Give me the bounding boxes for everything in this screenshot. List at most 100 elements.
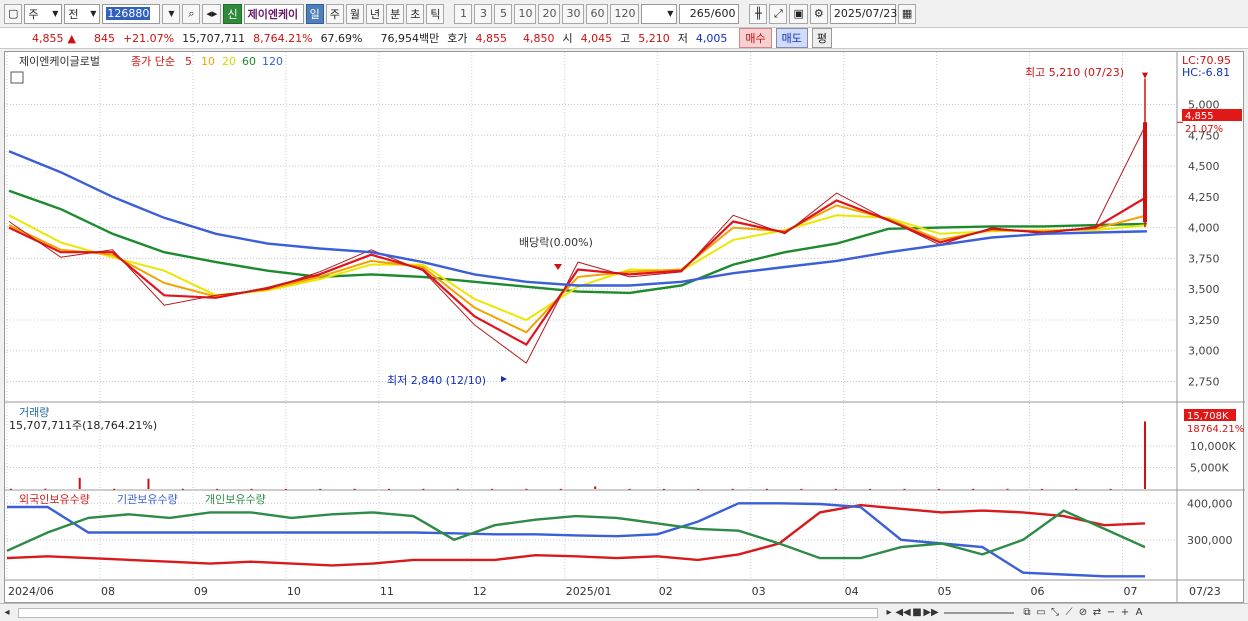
zoom-slider[interactable] [944,611,1014,614]
copy-icon[interactable]: ⧉ [1020,606,1034,620]
new-button[interactable]: 신 [223,3,242,24]
volume-bar [525,488,528,490]
zoom-in-icon[interactable]: + [1118,606,1132,620]
fast-forward-icon[interactable]: ▶▶ [923,606,938,620]
volume-bar [1109,488,1112,490]
period-tick[interactable]: 틱 [426,3,445,24]
x-tick-label: 12 [473,585,487,598]
hide-icon[interactable]: ⊘ [1076,606,1090,620]
interval-10[interactable]: 10 [514,3,537,24]
grid-toggle-icon[interactable] [10,71,24,84]
interval-5[interactable]: 5 [494,3,513,24]
settings-gear-icon[interactable]: ⚙ [809,3,828,24]
period-month[interactable]: 월 [345,3,364,24]
scroll-right-icon[interactable]: ▸ [882,606,896,620]
x-tick-label: 11 [380,585,394,598]
volume-bar [456,488,459,490]
volume-bar [903,488,906,490]
x-tick-label: 07 [1124,585,1138,598]
volume-bar [937,488,940,490]
price-change: 845 [93,31,115,45]
interval-120[interactable]: 120 [610,3,640,24]
volume-bar [216,488,219,490]
interval-20[interactable]: 20 [538,3,561,24]
volume-bar [697,488,700,490]
period-minute[interactable]: 분 [386,3,405,24]
volume-bar [44,488,47,490]
trend-icon[interactable]: ⟋ [1062,606,1076,620]
period-week[interactable]: 주 [325,3,344,24]
share-icon[interactable]: ⇄ [1090,606,1104,620]
turnover-rate: 67.69% [320,31,363,45]
legend-ma5: 5 [185,55,192,68]
sell-button[interactable]: 매도 [775,28,808,48]
volume-bar [1144,421,1146,489]
stop-icon[interactable]: ■ [910,606,924,620]
code-dropdown-icon[interactable]: ▼ [162,3,181,24]
prev-select[interactable]: 전 ▼ [64,3,101,24]
x-tick-label: 06 [1031,585,1045,598]
legend-foreign: 외국인보유수량 [19,493,90,506]
x-tick-label: 08 [101,585,115,598]
volume-bar [250,488,253,490]
count-input[interactable]: 265/600 [679,3,740,24]
zoom-out-icon[interactable]: − [1104,606,1118,620]
window-icon[interactable]: ▢ [4,3,23,24]
volume-bar [353,488,356,490]
search-icon[interactable]: ⌕ [182,3,201,24]
interval-3[interactable]: 3 [474,3,493,24]
window-icon[interactable]: ▭ [1034,606,1048,620]
balance-button[interactable]: 평 [811,28,832,48]
volume-bar [628,488,631,490]
interval-60[interactable]: 60 [586,3,609,24]
holding-y-tick-label: 400,000 [1187,497,1233,510]
volume-bar [1040,488,1043,490]
font-size-icon[interactable]: A [1132,606,1146,620]
y-tick-label: 3,750 [1188,252,1220,265]
buy-button[interactable]: 매수 [739,28,772,48]
interval-1[interactable]: 1 [454,3,473,24]
chart-area[interactable]: 5,000 4,750 4,500 4,250 4,000 3,750 3,500 3,250… [4,51,1245,604]
scroll-bar[interactable]: ◂ ▸ ◀◀ ■ ▶▶ ⧉ ▭ ⤡ ⟋ ⊘ ⇄ − + A [0,603,1248,621]
draw-icon[interactable]: ⤡ [1048,606,1062,620]
compare-icon[interactable]: ⤢ [769,3,788,24]
speaker-icon[interactable]: ◂▸ [202,3,222,24]
volume-percent: 8,764.21% [253,31,313,45]
volume-bar [388,488,390,490]
code-input[interactable]: 126880 [102,3,161,24]
legend-ma60: 60 [242,55,256,68]
y-tick-label: 4,000 [1188,222,1220,235]
rewind-icon[interactable]: ◀◀ [895,606,910,620]
holding-line-기관보유수량 [7,502,1145,578]
chevron-down-icon: ▼ [52,9,59,18]
x-tick-label: 2024/06 [8,585,54,598]
volume-bar [113,488,116,490]
period-second[interactable]: 초 [406,3,425,24]
volume-bar [559,488,562,490]
interval-30[interactable]: 30 [562,3,585,24]
y-tick-label: 2,750 [1188,376,1220,389]
legend-ma120: 120 [262,55,283,68]
low-marker-icon [501,376,507,382]
date-input[interactable]: 2025/07/23 [829,3,897,24]
scroll-track[interactable] [18,607,878,618]
scroll-left-icon[interactable]: ◂ [0,606,14,620]
chart-svg[interactable]: 5,0004,7504,5004,2504,0003,7503,5003,250… [5,52,1245,604]
volume-bar [319,488,322,490]
x-tick-label: 2025/01 [566,585,612,598]
period-year[interactable]: 년 [365,3,385,24]
save-icon[interactable]: ▣ [789,3,808,24]
series-line-20 [8,214,1148,322]
candle-icon[interactable]: ╫ [749,3,768,24]
x-tick-label: 03 [752,585,766,598]
prev-label: 전 [68,7,79,21]
high-candle-body [1143,122,1147,223]
custom-interval-select[interactable]: ▼ [641,3,678,24]
volume-bar [834,488,837,490]
period-day[interactable]: 일 [305,3,324,24]
calendar-icon[interactable]: ▦ [897,3,917,24]
high-price: 5,210 [638,31,670,45]
legend-institution: 기관보유수량 [117,493,178,506]
high-annotation: 최고 5,210 (07/23) [1025,66,1124,79]
market-select[interactable]: 주 ▼ [24,3,63,24]
